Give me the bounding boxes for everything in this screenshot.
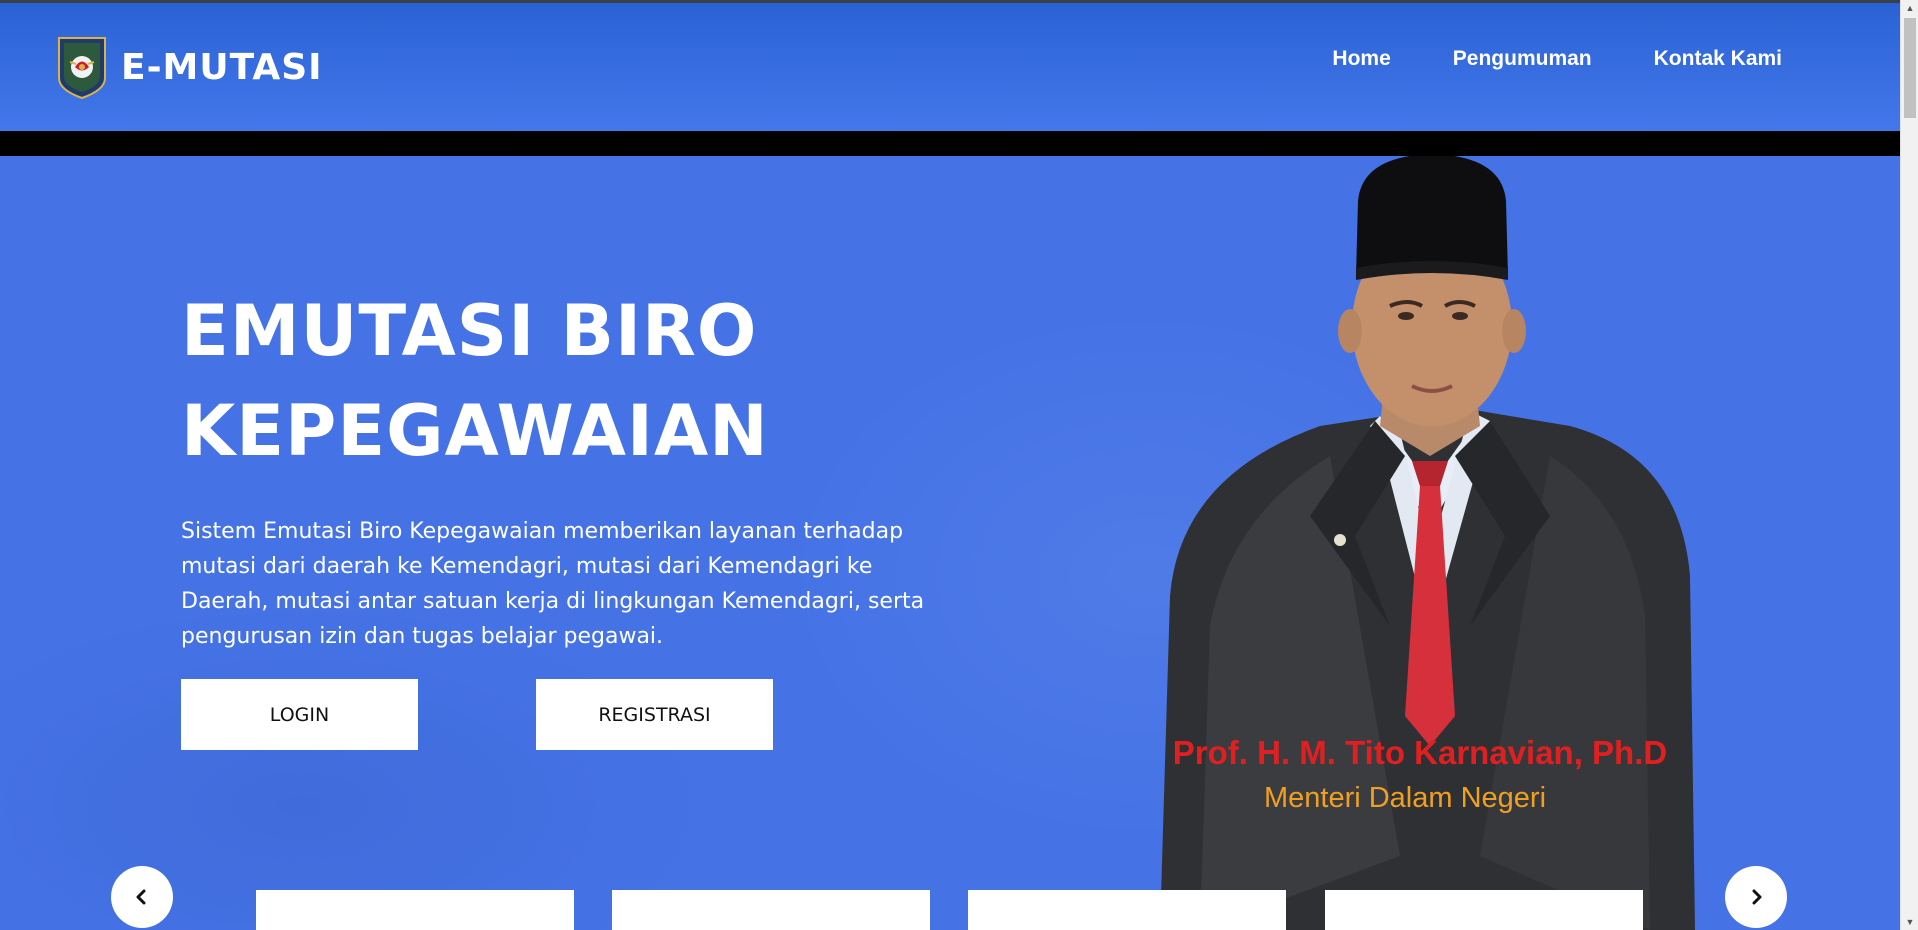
page-scrollbar[interactable]: ▲ ▼ [1900,0,1918,930]
nav-pengumuman-link[interactable]: Pengumuman [1453,47,1592,71]
header-divider-band [0,131,1900,156]
scroll-down-arrow-icon[interactable]: ▼ [1901,914,1918,930]
carousel-card[interactable] [968,890,1286,930]
hero-description: Sistem Emutasi Biro Kepegawaian memberik… [181,519,925,649]
hero-title: EMUTASI BIRO KEPEGAWAIAN [181,281,881,481]
carousel-prev-button[interactable] [111,866,173,928]
main-nav: Home Pengumuman Kontak Kami [1270,47,1782,71]
minister-name-caption: Prof. H. M. Tito Karnavian, Ph.D [1172,734,1668,771]
brand-name: E-MUTASI [121,46,323,88]
scrollbar-thumb[interactable] [1904,18,1916,118]
hero-title-line2: KEPEGAWAIAN [181,390,769,472]
kemendagri-emblem-icon [58,37,106,100]
login-button[interactable]: LOGIN [181,679,418,750]
chevron-left-icon [136,889,146,905]
carousel-next-button[interactable] [1725,866,1787,928]
nav-home-link[interactable]: Home [1332,47,1390,71]
chevron-right-icon [1752,889,1762,905]
carousel-card[interactable] [256,890,574,930]
brand[interactable]: E-MUTASI [55,33,323,101]
carousel-card[interactable] [1325,890,1643,930]
navbar: E-MUTASI Home Pengumuman Kontak Kami [0,3,1900,131]
hero-title-line1: EMUTASI BIRO [181,290,758,372]
hero-section: EMUTASI BIRO KEPEGAWAIAN Sistem Emutasi … [0,156,1900,930]
carousel-card[interactable] [612,890,930,930]
scroll-up-arrow-icon[interactable]: ▲ [1901,0,1918,16]
registrasi-button[interactable]: REGISTRASI [536,679,773,750]
page: E-MUTASI Home Pengumuman Kontak Kami EMU… [0,0,1918,930]
minister-role-caption: Menteri Dalam Negeri [1263,782,1547,814]
nav-kontak-kami-link[interactable]: Kontak Kami [1654,47,1782,71]
